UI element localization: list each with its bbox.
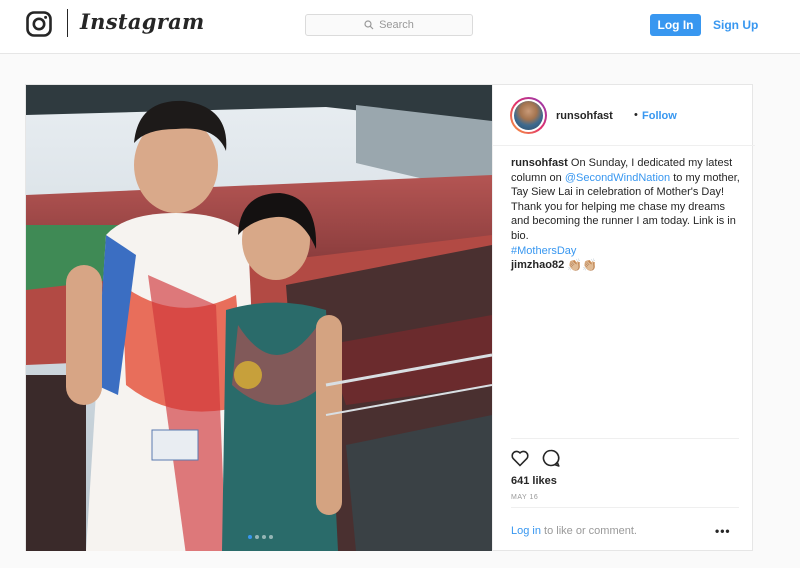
caption-mention-link[interactable]: @SecondWindNation (565, 172, 670, 184)
header-divider (67, 9, 68, 37)
search-placeholder: Search (379, 19, 414, 31)
search-icon (364, 20, 374, 30)
login-prompt: Log in to like or comment. (511, 525, 637, 537)
instagram-wordmark[interactable]: Instagram (80, 9, 205, 34)
login-prompt-text: to like or comment. (544, 525, 637, 537)
login-link[interactable]: Log in (511, 525, 541, 537)
post-author-username[interactable]: runsohfast (556, 110, 613, 122)
actions-divider (511, 438, 739, 439)
carousel-dot-active[interactable] (248, 535, 252, 539)
more-options-icon[interactable]: ••• (715, 524, 731, 538)
post-header: runsohfast • Follow (493, 85, 755, 146)
comment-item: jimzhao82 👏🏼👏🏼 (511, 258, 597, 272)
signup-link[interactable]: Sign Up (713, 18, 758, 32)
post-caption: runsohfast On Sunday, I dedicated my lat… (511, 156, 743, 258)
carousel-dot[interactable] (269, 535, 273, 539)
comment-username[interactable]: jimzhao82 (511, 259, 564, 271)
post-card: runsohfast • Follow runsohfast On Sunday… (25, 84, 755, 551)
follow-button[interactable]: Follow (642, 110, 677, 122)
avatar[interactable] (510, 97, 547, 134)
comment-text: 👏🏼👏🏼 (567, 258, 598, 272)
comment-icon[interactable] (541, 448, 561, 468)
carousel-dot[interactable] (262, 535, 266, 539)
footer-divider (511, 507, 739, 508)
carousel-dot[interactable] (255, 535, 259, 539)
post-date[interactable]: MAY 16 (511, 494, 538, 501)
carousel-dots[interactable] (248, 535, 273, 539)
post-photo[interactable] (26, 85, 492, 551)
post-sidebar: runsohfast • Follow runsohfast On Sunday… (492, 85, 755, 551)
caption-hashtag-link[interactable]: #MothersDay (511, 245, 576, 257)
post-photo-illustration (26, 85, 492, 551)
instagram-glyph-icon[interactable] (26, 11, 52, 37)
search-input[interactable]: Search (305, 14, 473, 36)
login-button[interactable]: Log In (650, 14, 701, 36)
header-separator-dot: • (634, 109, 638, 121)
top-navigation-bar: Instagram Search Log In Sign Up (0, 0, 800, 54)
likes-count[interactable]: 641 likes (511, 475, 557, 487)
caption-username[interactable]: runsohfast (511, 157, 568, 169)
heart-icon[interactable] (510, 448, 530, 468)
